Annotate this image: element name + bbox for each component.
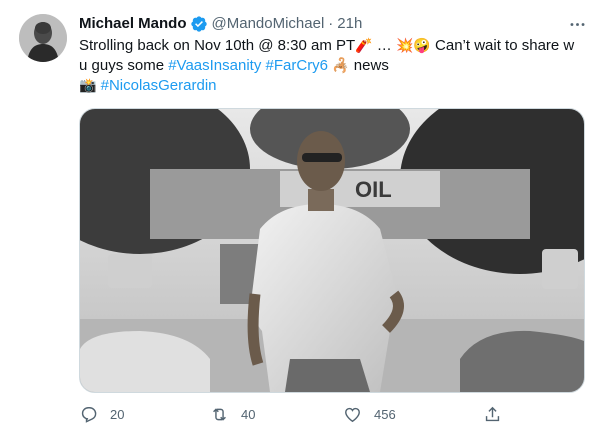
reply-icon: [81, 406, 97, 423]
share-icon: [485, 406, 500, 421]
reply-count: 20: [110, 406, 125, 422]
text-segment: u guys some: [79, 57, 169, 74]
author-name[interactable]: Michael Mando: [79, 14, 187, 34]
storefront-sign: OIL: [355, 177, 392, 202]
text-segment: …: [372, 37, 396, 54]
tweet[interactable]: Michael Mando @MandoMichael · 21h Stroll…: [0, 0, 603, 438]
tweet-header: Michael Mando @MandoMichael · 21h: [79, 13, 563, 35]
tweet-photo[interactable]: OIL: [79, 108, 585, 393]
share-button[interactable]: [483, 402, 502, 426]
tweet-text: Strolling back on Nov 10th @ 8:30 am PT🧨…: [79, 36, 589, 96]
camera-emoji-icon: 📸: [79, 78, 97, 94]
retweet-button[interactable]: 40: [210, 402, 255, 426]
hashtag-nicolasgerardin[interactable]: #NicolasGerardin: [101, 77, 217, 94]
tweet-text-line-2: u guys some #VaasInsanity #FarCry6 🦂 new…: [79, 56, 589, 76]
like-button[interactable]: 456: [343, 402, 396, 426]
reply-button[interactable]: 20: [79, 402, 124, 426]
hashtag-farcry6[interactable]: #FarCry6: [266, 57, 329, 74]
like-count: 456: [374, 406, 396, 422]
avatar-photo: [19, 14, 67, 62]
text-segment: news: [349, 57, 389, 74]
verified-badge-icon: [190, 15, 208, 33]
collision-emoji-icon: 💥: [395, 38, 414, 54]
tweet-timestamp[interactable]: 21h: [337, 14, 362, 34]
tweet-text-line-1: Strolling back on Nov 10th @ 8:30 am PT🧨…: [79, 36, 589, 56]
photo-bw-man-walking: OIL: [80, 109, 584, 392]
heart-icon: [345, 407, 360, 422]
hashtag-vaasinsanity[interactable]: #VaasInsanity: [168, 57, 261, 74]
avatar[interactable]: [19, 14, 67, 62]
text-segment: Can’t wait to share w: [430, 37, 575, 54]
tweet-text-line-3: 📸 #NicolasGerardin: [79, 76, 589, 96]
author-handle[interactable]: @MandoMichael: [212, 14, 325, 34]
tweet-actions: 20 40 456: [79, 402, 509, 426]
zany-face-emoji-icon: 🤪: [413, 38, 431, 54]
text-segment: Strolling back on Nov 10th @ 8:30 am PT: [79, 37, 356, 54]
separator-dot: ·: [328, 15, 334, 32]
retweet-icon: [213, 407, 226, 421]
retweet-count: 40: [241, 406, 256, 422]
firecracker-emoji-icon: 🧨: [355, 38, 373, 54]
scorpion-emoji-icon: 🦂: [332, 58, 350, 74]
more-options-icon[interactable]: [567, 14, 587, 34]
